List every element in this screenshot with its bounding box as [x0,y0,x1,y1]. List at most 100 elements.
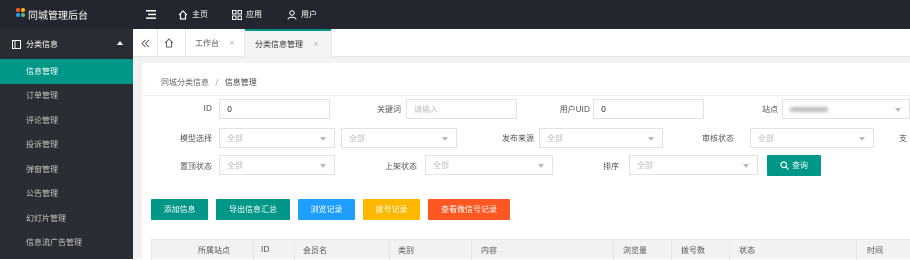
content-card: 同城分类信息 / 信息管理 ID 0 关键词 请输入 用户UID 0 站点 模型… [142,63,910,260]
sidebar-item-slides[interactable]: 幻灯片管理 [0,206,133,231]
nav-home[interactable]: 主页 [178,0,208,29]
column-status: 状态 [739,246,755,255]
extra-label: 支 [899,134,907,143]
sidebar-item-orders[interactable]: 订单管理 [0,84,133,109]
tab-label: 工作台 [195,38,219,48]
site-value-redacted [790,106,828,112]
dial-records-label: 拨号记录 [375,205,408,214]
app-title: 同城管理后台 [28,11,88,22]
uid-input[interactable]: 0 [593,99,704,119]
shelf-status-label: 上架状态 [385,162,417,171]
model-sub-select-value: 全部 [349,133,365,143]
sidebar-item-label: 幻灯片管理 [26,213,66,223]
sidebar-item-label: 订单管理 [26,91,58,101]
export-summary-button[interactable]: 导出信息汇总 [216,199,290,220]
nav-user-label: 用户 [301,10,317,19]
id-label: ID [203,104,212,113]
chevron-down-icon [743,164,749,168]
keyword-input[interactable]: 请输入 [406,99,517,119]
nav-home-label: 主页 [192,10,208,19]
chevron-down-icon [648,137,654,141]
tab-bar: 工作台 × 分类信息管理 × [133,29,910,57]
home-icon [178,9,188,20]
sort-select-value: 全部 [637,160,653,170]
top-status-label: 置顶状态 [180,162,212,171]
breadcrumb: 同城分类信息 / 信息管理 [161,77,257,88]
id-input-value: 0 [227,104,233,114]
breadcrumb-current: 信息管理 [224,78,257,87]
sidebar-item-feed-ads[interactable]: 信息流广告管理 [0,231,133,256]
model-label: 模型选择 [180,134,212,143]
add-info-button[interactable]: 添加信息 [151,199,208,220]
close-icon[interactable]: × [229,39,235,47]
tabs-scroll-left-button[interactable] [141,29,155,57]
tab-workbench[interactable]: 工作台 × [195,29,235,57]
column-time: 时间 [867,246,883,255]
column-content: 内容 [481,246,497,255]
divider [142,95,910,96]
tab-label: 分类信息管理 [255,39,303,49]
sidebar-section-header[interactable]: 分类信息 [0,29,133,59]
sidebar-item-label: 弹窗管理 [26,164,58,174]
search-button-label: 查询 [792,161,808,170]
chevron-down-icon [859,137,865,141]
sidebar-item-info-manage[interactable]: 信息管理 [0,59,133,84]
chevron-down-icon [320,164,326,168]
menu-toggle-icon [146,10,156,19]
close-icon[interactable]: × [313,40,319,48]
sidebar-item-label: 投诉管理 [26,140,58,150]
audit-label: 审核状态 [702,134,734,143]
nav-user[interactable]: 用户 [287,0,317,29]
model-select[interactable]: 全部 [219,128,335,148]
tab-category-info[interactable]: 分类信息管理 × [245,29,331,57]
shelf-status-value: 全部 [433,160,449,170]
sidebar-item-complaints[interactable]: 投诉管理 [0,133,133,158]
keyword-placeholder: 请输入 [414,104,438,114]
dial-records-button[interactable]: 拨号记录 [363,199,420,220]
browse-records-button[interactable]: 浏览记录 [298,199,355,220]
app-logo[interactable]: 同城管理后台 [0,0,133,29]
chevron-down-icon [895,108,901,112]
nav-apps-label: 应用 [246,10,262,19]
sidebar-section-label: 分类信息 [26,39,58,49]
main-content: 同城分类信息 / 信息管理 ID 0 关键词 请输入 用户UID 0 站点 模型… [133,57,910,260]
menu-toggle-button[interactable] [146,0,160,29]
tab-home[interactable] [164,29,180,57]
model-sub-select[interactable]: 全部 [341,128,457,148]
search-icon [780,161,789,170]
column-member: 会员名 [303,246,327,255]
top-status-select[interactable]: 全部 [219,155,335,175]
column-id: ID [261,245,270,254]
uid-label: 用户UID [559,105,590,114]
audit-select[interactable]: 全部 [750,128,874,148]
source-label: 发布来源 [502,134,534,143]
id-input[interactable]: 0 [219,99,330,119]
top-status-value: 全部 [227,160,243,170]
double-chevron-left-icon [141,39,150,47]
column-views: 浏览量 [623,246,647,255]
search-button[interactable]: 查询 [767,155,821,176]
sidebar-item-notices[interactable]: 公告管理 [0,182,133,207]
table-header: 所属站点 ID 会员名 类别 内容 浏览量 拨号数 状态 时间 [151,239,910,260]
sidebar-item-label: 信息管理 [26,66,58,76]
site-label: 站点 [762,105,778,114]
top-header: 同城管理后台 主页 应用 用户 [0,0,910,29]
add-info-label: 添加信息 [163,205,196,214]
breadcrumb-parent[interactable]: 同城分类信息 [161,78,209,87]
source-select[interactable]: 全部 [539,128,663,148]
model-select-value: 全部 [227,133,243,143]
sidebar-item-popups[interactable]: 弹窗管理 [0,157,133,182]
column-dials: 拨号数 [681,246,705,255]
sort-select[interactable]: 全部 [629,155,758,175]
sidebar-item-label: 评论管理 [26,115,58,125]
uid-input-value: 0 [601,104,607,114]
breadcrumb-separator: / [215,78,219,87]
site-select[interactable] [782,99,910,119]
nav-apps[interactable]: 应用 [232,0,262,29]
export-summary-label: 导出信息汇总 [229,205,277,214]
column-site: 所属站点 [198,246,230,255]
wechat-records-button[interactable]: 查看微信号记录 [428,199,510,220]
sidebar-item-comments[interactable]: 评论管理 [0,108,133,133]
audit-select-value: 全部 [758,133,774,143]
shelf-status-select[interactable]: 全部 [425,155,553,175]
